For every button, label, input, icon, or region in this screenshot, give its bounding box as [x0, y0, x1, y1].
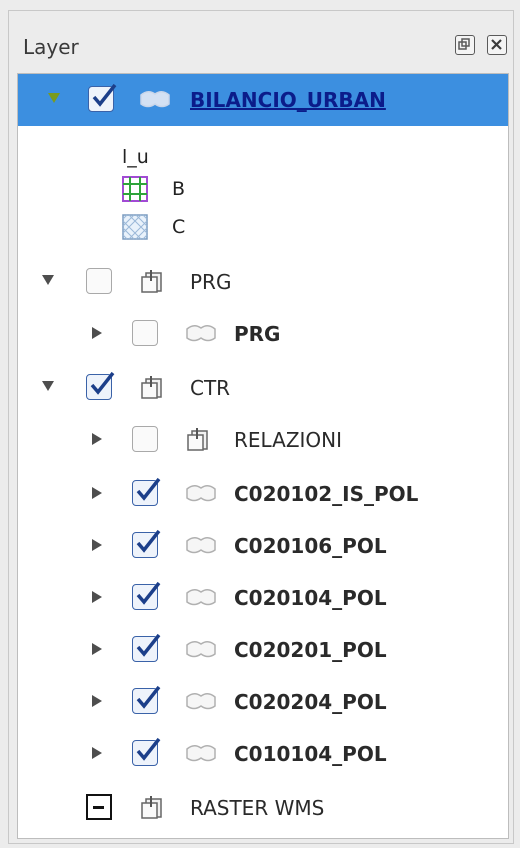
polygon-layer-icon	[186, 485, 216, 502]
layers-panel: Layer BILANCIO_URBAN l_u B C PRG PRG CTR…	[8, 10, 514, 844]
polygon-layer-icon	[186, 589, 216, 606]
group-name: PRG	[190, 270, 232, 294]
layer-checkbox[interactable]	[132, 737, 161, 766]
layer-name: C010104_POL	[234, 742, 387, 766]
layer-checkbox[interactable]	[132, 581, 161, 610]
close-icon	[491, 39, 502, 50]
layer-name: BILANCIO_URBAN	[190, 88, 386, 112]
layer-checkbox[interactable]	[132, 633, 161, 662]
polygon-layer-icon	[186, 693, 216, 710]
polygon-layer-icon	[186, 325, 216, 342]
expand-arrow-icon[interactable]	[92, 433, 102, 445]
layer-name: C020102_IS_POL	[234, 482, 419, 506]
group-checkbox[interactable]	[132, 426, 158, 452]
layer-row-c020104-pol[interactable]: C020104_POL	[18, 572, 508, 624]
checkmark-icon	[90, 371, 115, 395]
collapse-arrow-icon[interactable]	[42, 275, 54, 285]
layer-checkbox[interactable]	[88, 83, 117, 112]
layer-name: PRG	[234, 322, 281, 346]
checkmark-icon	[136, 477, 161, 501]
layer-row-c010104-pol[interactable]: C010104_POL	[18, 728, 508, 780]
layer-row-c020204-pol[interactable]: C020204_POL	[18, 676, 508, 728]
expand-arrow-icon[interactable]	[92, 747, 102, 759]
legend-label-b: B	[172, 178, 186, 200]
panel-title: Layer	[23, 35, 79, 59]
layer-name: C020201_POL	[234, 638, 387, 662]
layer-row-c020201-pol[interactable]: C020201_POL	[18, 624, 508, 676]
group-row-relazioni[interactable]: RELAZIONI	[18, 414, 508, 466]
float-icon	[458, 38, 470, 50]
legend-symbol-c	[122, 214, 148, 240]
expand-arrow-icon[interactable]	[92, 539, 102, 551]
group-row-prg[interactable]: PRG	[18, 256, 508, 308]
legend-label-lu: l_u	[122, 146, 149, 168]
group-checkbox[interactable]	[86, 268, 112, 294]
layer-checkbox[interactable]	[132, 685, 161, 714]
expand-arrow-icon[interactable]	[92, 591, 102, 603]
expand-arrow-icon[interactable]	[92, 487, 102, 499]
expand-arrow-icon[interactable]	[92, 643, 102, 655]
legend-symbol-b	[122, 176, 148, 202]
group-icon	[141, 270, 162, 293]
polygon-layer-icon	[186, 745, 216, 762]
group-checkbox[interactable]	[86, 371, 115, 400]
polygon-layer-icon	[140, 91, 170, 108]
group-row-raster-wms[interactable]: RASTER WMS	[18, 782, 508, 834]
group-icon	[141, 376, 162, 399]
group-name: RASTER WMS	[190, 796, 325, 820]
collapse-arrow-icon[interactable]	[42, 381, 54, 391]
layer-row-prg[interactable]: PRG	[18, 308, 508, 360]
group-icon	[187, 428, 208, 451]
float-panel-button[interactable]	[455, 35, 475, 55]
legend-label-c: C	[172, 216, 186, 238]
layer-checkbox[interactable]	[132, 320, 158, 346]
layer-checkbox[interactable]	[132, 477, 161, 506]
group-name: CTR	[190, 376, 231, 400]
layer-row-bilancio-urban[interactable]: BILANCIO_URBAN	[18, 74, 508, 126]
group-icon	[141, 796, 162, 819]
layer-row-c020102-is-pol[interactable]: C020102_IS_POL	[18, 468, 508, 520]
layer-checkbox[interactable]	[132, 529, 161, 558]
expand-arrow-icon[interactable]	[92, 695, 102, 707]
layer-row-c020106-pol[interactable]: C020106_POL	[18, 520, 508, 572]
checkmark-icon	[136, 529, 161, 553]
group-checkbox-partial[interactable]	[86, 794, 112, 820]
polygon-layer-icon	[186, 641, 216, 658]
close-panel-button[interactable]	[487, 35, 507, 55]
panel-titlebar: Layer	[9, 11, 513, 73]
checkmark-icon	[136, 685, 161, 709]
expand-arrow-icon[interactable]	[92, 327, 102, 339]
checkmark-icon	[92, 83, 117, 107]
layer-tree[interactable]: BILANCIO_URBAN l_u B C PRG PRG CTR RELAZ…	[17, 73, 509, 839]
checkmark-icon	[136, 737, 161, 761]
checkmark-icon	[136, 581, 161, 605]
layer-name: C020204_POL	[234, 690, 387, 714]
group-name: RELAZIONI	[234, 428, 343, 452]
layer-name: C020106_POL	[234, 534, 387, 558]
checkmark-icon	[136, 633, 161, 657]
group-row-ctr[interactable]: CTR	[18, 362, 508, 414]
layer-name: C020104_POL	[234, 586, 387, 610]
polygon-layer-icon	[186, 537, 216, 554]
collapse-arrow-icon[interactable]	[48, 93, 60, 103]
